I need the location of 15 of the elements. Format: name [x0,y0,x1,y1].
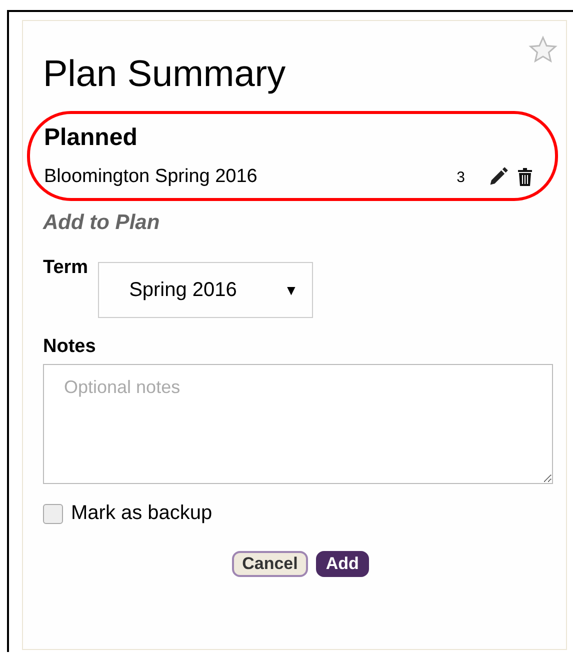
plan-term-name: Bloomington Spring 2016 [44,166,258,188]
trash-icon[interactable] [517,167,533,187]
notes-field[interactable]: Optional notes [43,364,553,484]
backup-checkbox[interactable] [43,504,63,524]
add-to-plan-heading: Add to Plan [43,211,161,235]
panel-title: Plan Summary [43,53,286,95]
add-button[interactable]: Add [316,551,369,577]
planned-heading: Planned [44,124,138,152]
notes-label: Notes [43,336,97,358]
cancel-button[interactable]: Cancel [232,551,308,577]
course-count: 3 [456,168,465,186]
backup-label: Mark as backup [71,502,212,525]
term-label: Term [43,257,88,279]
term-dropdown[interactable]: Spring 2016 ▼ [98,262,314,318]
star-icon[interactable] [528,35,558,65]
